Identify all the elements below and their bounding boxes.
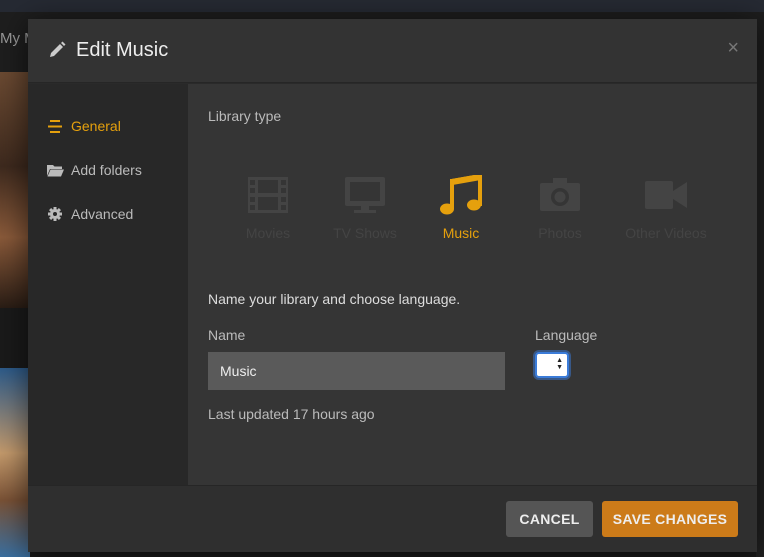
save-changes-button[interactable]: SAVE CHANGES [602,501,738,537]
background-poster [0,368,30,557]
library-type-label: Library type [208,108,282,124]
tv-icon [345,177,385,213]
library-type-label: Movies [245,225,291,241]
library-type-other-videos[interactable]: Other Videos [611,175,721,245]
list-icon [46,118,64,134]
general-settings-panel: Library type Movies TV Shows Music Photo… [188,84,757,485]
sidebar-item-label: Advanced [71,206,134,222]
camera-icon [540,178,580,211]
pencil-icon [50,41,66,57]
last-updated-text: Last updated 17 hours ago [208,406,375,422]
modal-header: Edit Music × [28,19,757,83]
library-type-tv-shows[interactable]: TV Shows [320,175,410,245]
language-select[interactable]: ▲ ▼ [535,352,569,378]
library-type-label: Photos [538,225,582,241]
modal-title: Edit Music [76,39,169,61]
library-type-label: Music [442,225,480,241]
close-icon[interactable]: × [727,37,739,59]
library-type-music[interactable]: Music [416,175,506,245]
select-arrows-icon: ▲ ▼ [556,357,563,371]
library-type-label: Other Videos [625,225,707,241]
film-icon [248,177,288,213]
name-label: Name [208,327,246,343]
library-name-input[interactable] [208,352,505,390]
folder-icon [46,162,64,178]
video-camera-icon [645,181,687,209]
language-label: Language [535,327,598,343]
sidebar-item-add-folders[interactable]: Add folders [46,160,142,180]
cancel-button[interactable]: CANCEL [506,501,593,537]
sidebar-item-label: Add folders [71,162,142,178]
modal-footer: CANCEL SAVE CHANGES [28,485,757,552]
sidebar-item-advanced[interactable]: Advanced [46,204,133,224]
name-language-intro: Name your library and choose language. [208,291,461,307]
background-poster [0,72,30,308]
library-type-label: TV Shows [333,225,397,241]
library-type-photos[interactable]: Photos [515,175,605,245]
library-type-movies[interactable]: Movies [223,175,313,245]
sidebar-item-general[interactable]: General [46,116,121,136]
app-top-bar [0,0,764,12]
music-icon [440,175,482,215]
background-edge [756,70,764,557]
sidebar-item-label: General [71,118,121,134]
edit-library-modal: Edit Music × General Add folders Advance… [28,19,757,552]
gear-icon [46,206,64,222]
settings-sidebar: General Add folders Advanced [28,84,188,485]
